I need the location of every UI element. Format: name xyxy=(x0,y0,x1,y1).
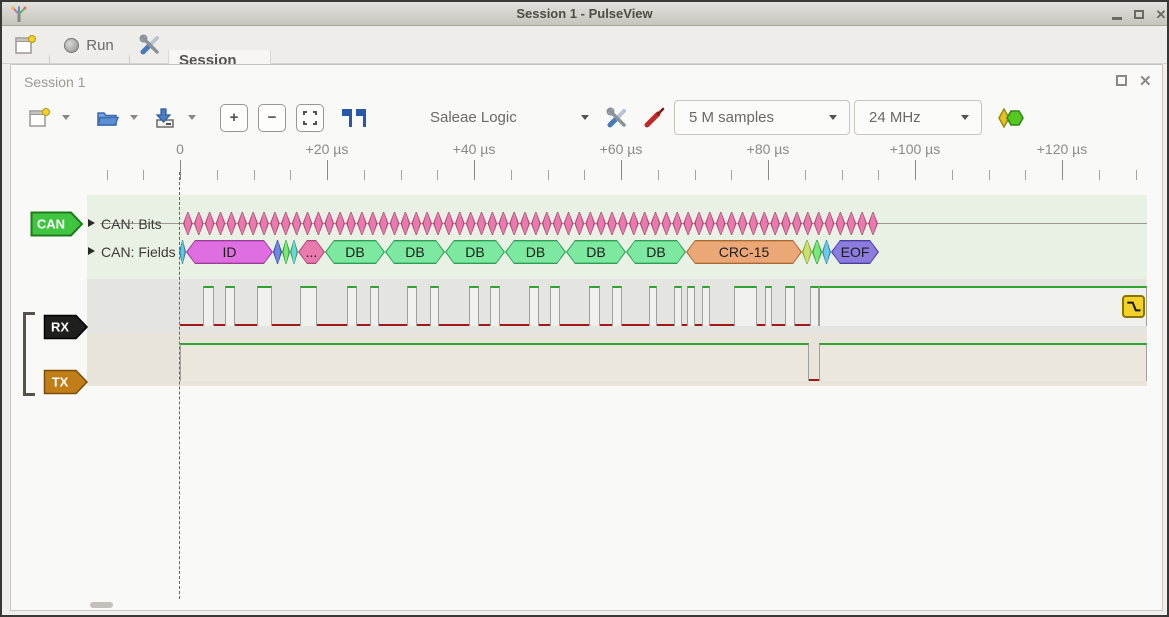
svg-text:TX: TX xyxy=(52,375,69,390)
svg-text:RX: RX xyxy=(51,320,69,335)
decoder-row-bits-label: CAN: Bits xyxy=(101,216,162,232)
signal-low-segment xyxy=(809,379,819,381)
can-decoder-tag[interactable]: CAN xyxy=(30,211,84,237)
expand-arrow-bits[interactable] xyxy=(88,219,95,227)
decoder-row-fields-label: CAN: Fields xyxy=(101,244,176,260)
rx-channel-tag[interactable]: RX xyxy=(43,314,89,340)
svg-text:CAN: CAN xyxy=(37,217,65,232)
pulseview-window: Session 1 - PulseView ✕ Run xyxy=(0,0,1169,617)
horizontal-scrollbar-handle[interactable] xyxy=(90,602,113,608)
tx-waveform xyxy=(2,2,1167,615)
falling-edge-icon xyxy=(1125,298,1142,315)
expand-arrow-fields[interactable] xyxy=(88,247,95,255)
falling-edge-trigger-badge[interactable] xyxy=(1122,295,1145,318)
channel-group-bracket xyxy=(23,312,35,396)
tx-channel-tag[interactable]: TX xyxy=(43,369,89,395)
signal-high-segment xyxy=(180,343,809,381)
signal-high-segment xyxy=(819,343,1147,381)
